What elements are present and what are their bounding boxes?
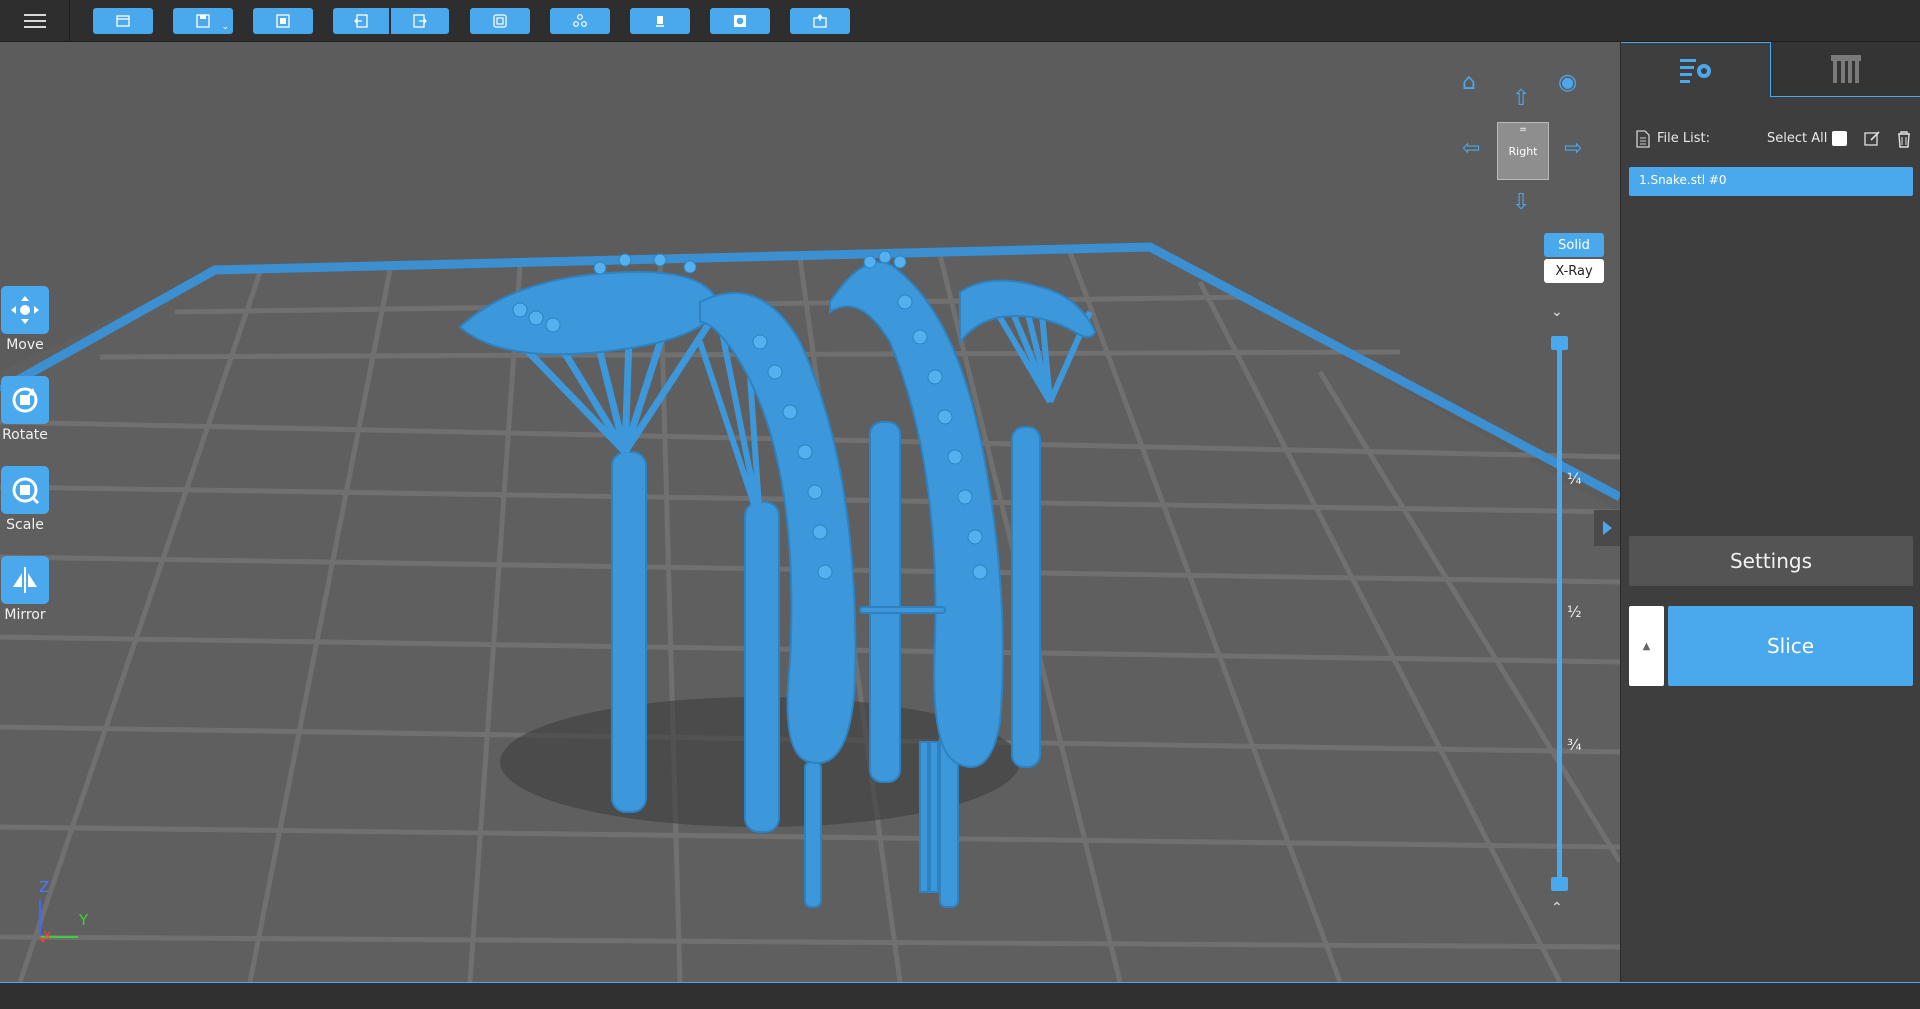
redo-icon [413, 14, 427, 28]
move-icon [1, 286, 49, 334]
hamburger-icon [23, 10, 46, 32]
view-cube[interactable]: = Right [1497, 122, 1549, 180]
move-label: Move [6, 337, 44, 353]
mirror-tool[interactable]: Mirror [0, 556, 50, 623]
top-toolbar: ⌄ [0, 0, 1920, 42]
hamburger-menu-button[interactable] [0, 0, 70, 42]
solid-mode-button[interactable]: Solid [1544, 233, 1604, 257]
tab-print-settings[interactable] [1621, 42, 1771, 97]
trash-icon[interactable] [1896, 130, 1912, 148]
auto-arrange-button[interactable] [550, 8, 610, 34]
layer-slider-bottom-handle[interactable] [1551, 877, 1568, 891]
mirror-icon [1, 556, 49, 604]
view-cube-top-mark: = [1519, 125, 1527, 135]
layer-down-chevron-icon[interactable]: ⌄ [1551, 304, 1563, 320]
undo-button[interactable] [333, 8, 389, 34]
supports-button[interactable] [630, 8, 690, 34]
rotate-tool[interactable]: Rotate [0, 376, 50, 443]
rotate-label: Rotate [2, 427, 48, 443]
select-all-label: Select All [1767, 131, 1828, 146]
layout-button[interactable] [470, 8, 530, 34]
home-view-icon[interactable]: ⌂ [1462, 72, 1476, 94]
redo-button[interactable] [391, 8, 449, 34]
export-icon [813, 14, 827, 28]
tab-supports[interactable] [1771, 42, 1920, 97]
slice-button[interactable]: Slice [1668, 606, 1913, 686]
build-plate-scene[interactable] [0, 42, 1620, 982]
file-list-header: File List: Select All [1635, 130, 1911, 150]
layer-mark-quarter: ¼ [1567, 470, 1582, 488]
move-tool[interactable]: Move [0, 286, 50, 353]
axis-z-label: Z [39, 878, 50, 896]
undo-icon [354, 14, 368, 28]
folder-open-icon [116, 15, 130, 27]
hollow-icon [734, 15, 746, 27]
file-list-item[interactable]: 1.Snake.stl #0 [1629, 167, 1913, 196]
rotate-left-icon[interactable]: ⇦ [1462, 138, 1480, 160]
axis-x-label: X [43, 929, 52, 943]
triangle-right-icon [1603, 521, 1612, 535]
panel-collapse-tab[interactable] [1594, 510, 1620, 546]
layer-mark-half: ½ [1567, 603, 1582, 621]
right-panel: File List: Select All 1.Snake.stl #0 Set… [1620, 42, 1920, 982]
3d-viewport[interactable]: Move Rotate Scale Mirror Z Y X ⌂ ⇧ ◉ ⇦ ⇨… [0, 42, 1620, 982]
edit-icon[interactable] [1864, 130, 1881, 147]
save-icon [196, 14, 210, 28]
arrange-icon [573, 14, 587, 27]
layer-up-chevron-icon[interactable]: ⌃ [1551, 900, 1563, 916]
caret-up-icon: ▲ [1642, 640, 1651, 652]
status-bar [0, 982, 1920, 1009]
file-icon [1636, 130, 1650, 148]
file-list-label: File List: [1657, 131, 1710, 146]
hollow-button[interactable] [710, 8, 770, 34]
support-icon [656, 16, 664, 27]
layer-slider-top-handle[interactable] [1551, 336, 1568, 350]
import-model-button[interactable] [253, 8, 313, 34]
eye-icon[interactable]: ◉ [1558, 72, 1577, 94]
view-cube-face-label: Right [1508, 144, 1538, 158]
mirror-label: Mirror [4, 607, 46, 623]
support-structure-icon [1831, 55, 1861, 83]
save-button[interactable]: ⌄ [173, 8, 233, 34]
chevron-down-icon[interactable]: ⌄ [221, 23, 229, 32]
scale-icon [1, 466, 49, 514]
scale-label: Scale [6, 517, 44, 533]
xray-mode-button[interactable]: X-Ray [1544, 259, 1604, 283]
settings-button[interactable]: Settings [1629, 536, 1913, 586]
slice-options-button[interactable]: ▲ [1629, 606, 1664, 686]
rotate-right-icon[interactable]: ⇨ [1564, 138, 1582, 160]
open-file-button[interactable] [93, 8, 153, 34]
select-all-checkbox[interactable] [1832, 131, 1847, 146]
rotate-down-icon[interactable]: ⇩ [1512, 192, 1530, 214]
settings-list-icon [1679, 59, 1711, 83]
rotate-icon [1, 376, 49, 424]
export-button[interactable] [790, 8, 850, 34]
rotate-up-icon[interactable]: ⇧ [1512, 88, 1530, 110]
layer-slider-track[interactable] [1557, 342, 1562, 884]
axis-y-label: Y [79, 911, 89, 929]
layer-mark-three-quarter: ¾ [1567, 736, 1582, 754]
import-icon [276, 14, 290, 28]
layout-icon [493, 14, 507, 28]
scale-tool[interactable]: Scale [0, 466, 50, 533]
